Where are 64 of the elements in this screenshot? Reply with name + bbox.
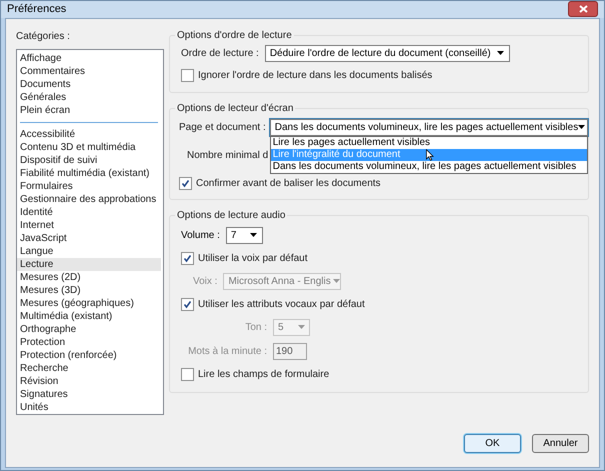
list-item[interactable]: Contenu 3D et multimédia xyxy=(17,140,161,154)
group-title: Options d'ordre de lecture xyxy=(175,28,294,42)
list-item[interactable]: Langue xyxy=(17,244,161,258)
checkbox-label: Confirmer avant de baliser les documents xyxy=(196,176,381,190)
field-label: Mots à la minute : xyxy=(187,344,267,358)
list-item[interactable]: Documents xyxy=(17,78,161,90)
list-item[interactable]: Unités xyxy=(17,400,161,414)
list-item[interactable]: Identité xyxy=(17,206,161,218)
checkbox[interactable] xyxy=(181,368,194,380)
caret-icon xyxy=(298,325,304,329)
pointer-icon xyxy=(426,148,434,160)
list-item[interactable]: Multimédia (existant) xyxy=(17,310,161,322)
list-item[interactable]: Protection (renforcée) xyxy=(17,348,161,362)
dialog-button[interactable]: Annuler xyxy=(532,434,589,453)
field-label: Page et document : xyxy=(179,120,266,134)
close-icon xyxy=(578,5,588,14)
dropdown[interactable]: Déduire l'ordre de lecture du document (conseillé) xyxy=(264,44,510,62)
list-item[interactable]: Plein écran xyxy=(17,104,161,116)
dialog-button[interactable]: OK xyxy=(464,434,521,453)
list-item[interactable]: Signatures xyxy=(17,388,161,400)
field-label: Nombre minimal d xyxy=(187,149,268,163)
list-item[interactable]: Générales xyxy=(17,90,161,104)
list-item[interactable]: Internet xyxy=(17,218,161,232)
list-item[interactable]: Formulaires xyxy=(17,180,161,192)
list-item[interactable]: Accessibilité xyxy=(17,128,161,140)
list-item[interactable]: Fiabilité multimédia (existant) xyxy=(17,166,161,180)
list-item[interactable]: Mesures (2D) xyxy=(17,270,161,284)
field-label: Volume : xyxy=(181,228,220,242)
list-item[interactable]: Orthographe xyxy=(17,322,161,336)
checkbox[interactable] xyxy=(179,176,192,190)
list-label: Catégories : xyxy=(16,30,71,44)
list-item[interactable]: Dispositif de suivi xyxy=(17,154,161,166)
checkbox-label: Ignorer l'ordre de lecture dans les documents balisés xyxy=(198,68,432,82)
list-item[interactable]: JavaScript xyxy=(17,232,161,244)
field-label: Voix : xyxy=(193,274,218,288)
list-item[interactable]: Commentaires xyxy=(17,64,161,78)
field-label: Ordre de lecture : xyxy=(181,46,259,60)
caret-icon xyxy=(332,279,340,283)
list-item[interactable]: Lecture xyxy=(17,258,161,270)
group-title: Options de lecteur d'écran xyxy=(175,100,296,116)
list-item[interactable]: Révision xyxy=(17,374,161,388)
checkbox-label: Lire les champs de formulaire xyxy=(198,368,330,382)
list-item[interactable]: Mesures (3D) xyxy=(17,284,161,296)
list-item[interactable]: Recherche xyxy=(17,362,161,374)
list-item[interactable]: Protection xyxy=(17,336,161,348)
checkbox[interactable] xyxy=(181,68,194,82)
caret-icon xyxy=(578,125,586,129)
checkbox[interactable] xyxy=(181,298,194,310)
checkbox-label: Utiliser la voix par défaut xyxy=(198,252,308,266)
caret-icon xyxy=(250,233,258,237)
checkbox[interactable] xyxy=(181,252,194,264)
list-item[interactable]: Gestionnaire des approbations xyxy=(17,192,161,206)
dropdown[interactable]: 7 xyxy=(226,226,263,244)
dropdown-option[interactable]: Lire les pages actuellement visibles xyxy=(270,136,587,148)
list-item[interactable]: Mesures (géographiques) xyxy=(17,296,161,310)
caret-icon xyxy=(497,51,504,55)
close-button[interactable] xyxy=(568,1,598,18)
dropdown-option[interactable]: Dans les documents volumineux, lire les pages actuellement visibles xyxy=(270,160,587,172)
group-title: Options de lecture audio xyxy=(175,208,288,222)
list-item[interactable]: Affichage xyxy=(17,52,161,64)
checkbox-label: Utiliser les attributs vocaux par défaut xyxy=(198,298,365,312)
field-label: Ton : xyxy=(244,320,267,334)
dropdown[interactable]: Dans les documents volumineux, lire les pages actuellement visibles xyxy=(270,118,588,136)
window-title: Préférences xyxy=(7,2,66,17)
